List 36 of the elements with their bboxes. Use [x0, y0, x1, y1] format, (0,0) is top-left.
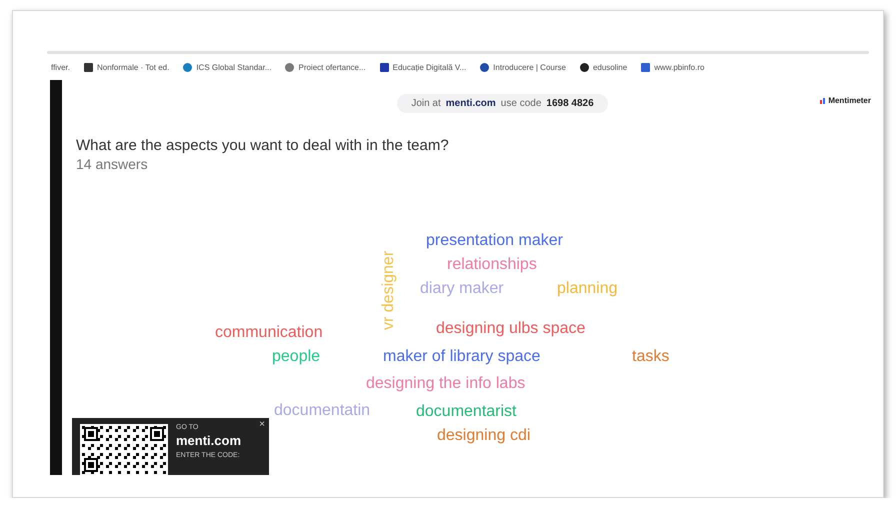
site-icon: [285, 62, 294, 72]
answer-count: 14 answers: [76, 156, 149, 172]
cloud-word: maker of library space: [383, 348, 540, 366]
bookmark[interactable]: Proiect ofertance...: [285, 62, 366, 72]
cloud-word: vr designer: [380, 250, 398, 330]
bookmark[interactable]: ffiver.: [51, 62, 70, 72]
cloud-word: communication: [215, 324, 323, 342]
bookmark[interactable]: Introducere | Course: [480, 62, 566, 72]
cloud-word: tasks: [632, 348, 670, 366]
close-button[interactable]: ×: [259, 419, 265, 430]
qr-code-icon: [80, 424, 168, 475]
site-icon: [580, 62, 589, 72]
join-instructions: Join at menti.com use code 1698 4826: [397, 94, 608, 113]
cloud-word: relationships: [447, 256, 537, 274]
brand-logo: Mentimeter: [820, 96, 871, 105]
cloud-word: documentatin: [274, 402, 370, 420]
bookmark[interactable]: Nonformale · Tot ed.: [84, 62, 170, 72]
cloud-word: designing the info labs: [366, 375, 526, 393]
question-title: What are the aspects you want to deal with in the team?: [76, 137, 450, 154]
site-icon: [380, 62, 389, 72]
bookmark[interactable]: Educație Digitală V...: [380, 62, 466, 72]
cloud-word: diary maker: [420, 280, 504, 298]
cloud-word: documentarist: [416, 403, 516, 421]
cloud-word: presentation maker: [426, 232, 563, 250]
site-icon: [183, 62, 192, 72]
bookmark[interactable]: www.pbinfo.ro: [641, 62, 704, 72]
site-icon: [480, 62, 490, 72]
cloud-word: planning: [557, 280, 618, 298]
cloud-word: designing cdi: [437, 427, 530, 445]
cloud-word: people: [272, 348, 320, 366]
cloud-word: designing ulbs space: [436, 320, 586, 338]
site-icon: [641, 62, 650, 72]
bookmark[interactable]: ICS Global Standar...: [183, 62, 272, 72]
bookmark[interactable]: edusoline: [580, 62, 628, 72]
popup-site: menti.com: [176, 433, 242, 448]
site-icon: [84, 62, 93, 72]
